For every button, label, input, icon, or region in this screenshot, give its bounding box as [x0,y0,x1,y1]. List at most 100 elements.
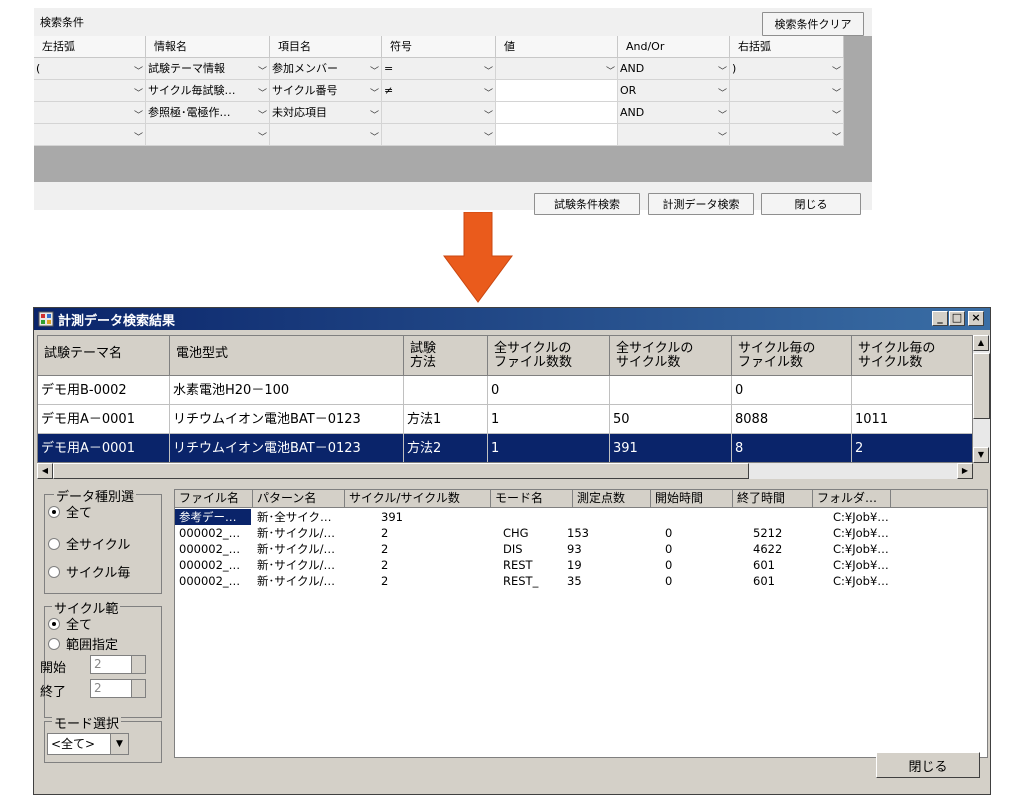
cond-right-paren-select[interactable]: ) ﹀ [730,58,844,80]
list-cell[interactable]: REST [499,557,569,573]
scroll-up-icon[interactable]: ▲ [973,335,989,351]
scroll-thumb[interactable] [973,353,990,419]
cond-right-paren-select[interactable]: ﹀ [730,102,844,124]
list-cell[interactable]: 5212 [749,525,809,541]
list-cell[interactable]: 601 [749,573,809,589]
table-cell-selected[interactable]: リチウムイオン電池BAT－0123 [170,434,404,462]
scroll-left-icon[interactable]: ◀ [37,463,53,479]
list-cell[interactable]: 4622 [749,541,809,557]
cond-info-select[interactable]: ﹀ [146,124,270,146]
close-result-button[interactable]: 閉じる [876,752,980,778]
list-cell[interactable]: 2 [377,573,457,589]
table-cell[interactable]: 1 [488,405,610,434]
radio-data-all-cycle[interactable]: 全サイクル [48,534,130,553]
list-cell[interactable] [749,509,809,525]
list-cell[interactable]: 新･サイクル/… [253,541,345,557]
cond-right-paren-select[interactable]: ﹀ [730,80,844,102]
list-cell[interactable] [661,509,721,525]
cond-andor-select[interactable]: AND ﹀ [618,58,730,80]
list-cell[interactable]: 2 [377,525,457,541]
list-cell[interactable]: 35 [563,573,623,589]
list-cell[interactable]: 2 [377,541,457,557]
close-search-button[interactable]: 閉じる [761,193,861,215]
stepper-arrows-icon[interactable] [131,680,145,697]
scroll-thumb[interactable] [53,463,749,479]
cond-item-select[interactable]: ﹀ [270,124,382,146]
cond-item-select[interactable]: 未対応項目 ﹀ [270,102,382,124]
cond-left-paren-select[interactable]: ﹀ [34,124,146,146]
table-cell-selected[interactable]: 方法2 [404,434,488,462]
dropdown-arrow-icon[interactable]: ▼ [110,734,128,754]
list-cell[interactable]: 0 [661,573,721,589]
list-cell[interactable]: DIS [499,541,569,557]
end-cycle-stepper[interactable]: 2 [90,679,146,698]
list-cell[interactable]: C:¥Job¥… [829,541,909,557]
cond-item-select[interactable]: サイクル番号 ﹀ [270,80,382,102]
mode-select[interactable]: <全て> ▼ [47,733,129,755]
cond-info-select[interactable]: 参照極･電極作… ﹀ [146,102,270,124]
list-cell[interactable]: 0 [661,557,721,573]
list-cell[interactable]: 153 [563,525,623,541]
measurement-data-search-button[interactable]: 計測データ検索 [648,193,754,215]
table-cell[interactable]: 水素電池H20－100 [170,376,404,405]
list-cell[interactable]: 新･サイクル/… [253,573,345,589]
list-cell[interactable]: 000002_… [175,525,251,541]
list-cell[interactable]: CHG [499,525,569,541]
table-cell-selected[interactable]: 1 [488,434,610,462]
cond-left-paren-select[interactable]: ﹀ [34,102,146,124]
list-cell[interactable]: 391 [377,509,457,525]
stepper-arrows-icon[interactable] [131,656,145,673]
radio-data-all[interactable]: 全て [48,502,92,521]
table-cell-selected[interactable]: 391 [610,434,732,462]
table-cell[interactable]: 8088 [732,405,852,434]
scroll-right-icon[interactable]: ▶ [957,463,973,479]
table-cell[interactable]: 0 [732,376,852,405]
cond-sign-select[interactable]: ﹀ [382,124,496,146]
list-cell[interactable]: 601 [749,557,809,573]
table-cell-selected[interactable]: 2 [852,434,972,462]
list-cell[interactable]: 2 [377,557,457,573]
table-cell[interactable]: リチウムイオン電池BAT－0123 [170,405,404,434]
radio-cycle-range[interactable]: 範囲指定 [48,634,118,653]
cond-item-select[interactable]: 参加メンバー ﹀ [270,58,382,80]
table-cell[interactable]: 0 [488,376,610,405]
table-cell[interactable] [404,376,488,405]
cond-left-paren-select[interactable]: (﹀ [34,58,146,80]
list-cell[interactable]: C:¥Job¥… [829,573,909,589]
list-cell[interactable]: 新･サイクル/… [253,557,345,573]
close-window-button[interactable]: × [968,311,984,326]
minimize-button[interactable]: _ [932,311,948,326]
maximize-button[interactable]: □ [949,311,965,326]
cond-andor-select[interactable]: AND ﹀ [618,102,730,124]
table-cell[interactable]: 方法1 [404,405,488,434]
scroll-down-icon[interactable]: ▼ [973,447,989,463]
list-cell[interactable]: 000002_… [175,573,251,589]
cond-value-select[interactable]: ﹀ [496,58,618,80]
cond-sign-select[interactable]: = ﹀ [382,58,496,80]
cond-sign-select[interactable]: ﹀ [382,102,496,124]
table-cell[interactable]: デモ用B-0002 [38,376,170,405]
radio-data-per-cycle[interactable]: サイクル毎 [48,562,130,581]
cond-sign-select[interactable]: ≠ ﹀ [382,80,496,102]
cond-andor-select[interactable]: ﹀ [618,124,730,146]
table-cell[interactable]: 1011 [852,405,972,434]
window-titlebar[interactable]: 計測データ検索結果 _ □ × [34,308,990,330]
list-cell[interactable]: 19 [563,557,623,573]
cond-value-input[interactable] [496,80,618,102]
list-cell[interactable]: 新･全サイク… [253,509,345,525]
list-cell[interactable]: 93 [563,541,623,557]
list-cell[interactable]: 000002_… [175,557,251,573]
cond-value-input[interactable] [496,102,618,124]
list-cell[interactable]: C:¥Job¥… [829,557,909,573]
table-cell[interactable] [852,376,972,405]
list-cell[interactable] [563,509,623,525]
list-cell[interactable]: 0 [661,541,721,557]
list-cell[interactable]: 000002_… [175,541,251,557]
cond-info-select[interactable]: サイクル毎試験… ﹀ [146,80,270,102]
clear-conditions-button[interactable]: 検索条件クリア [762,12,864,36]
test-condition-search-button[interactable]: 試験条件検索 [534,193,640,215]
cond-value-input[interactable] [496,124,618,146]
cond-info-select[interactable]: 試験テーマ情報 ﹀ [146,58,270,80]
table-cell[interactable]: デモ用A－0001 [38,405,170,434]
table-cell-selected[interactable]: 8 [732,434,852,462]
